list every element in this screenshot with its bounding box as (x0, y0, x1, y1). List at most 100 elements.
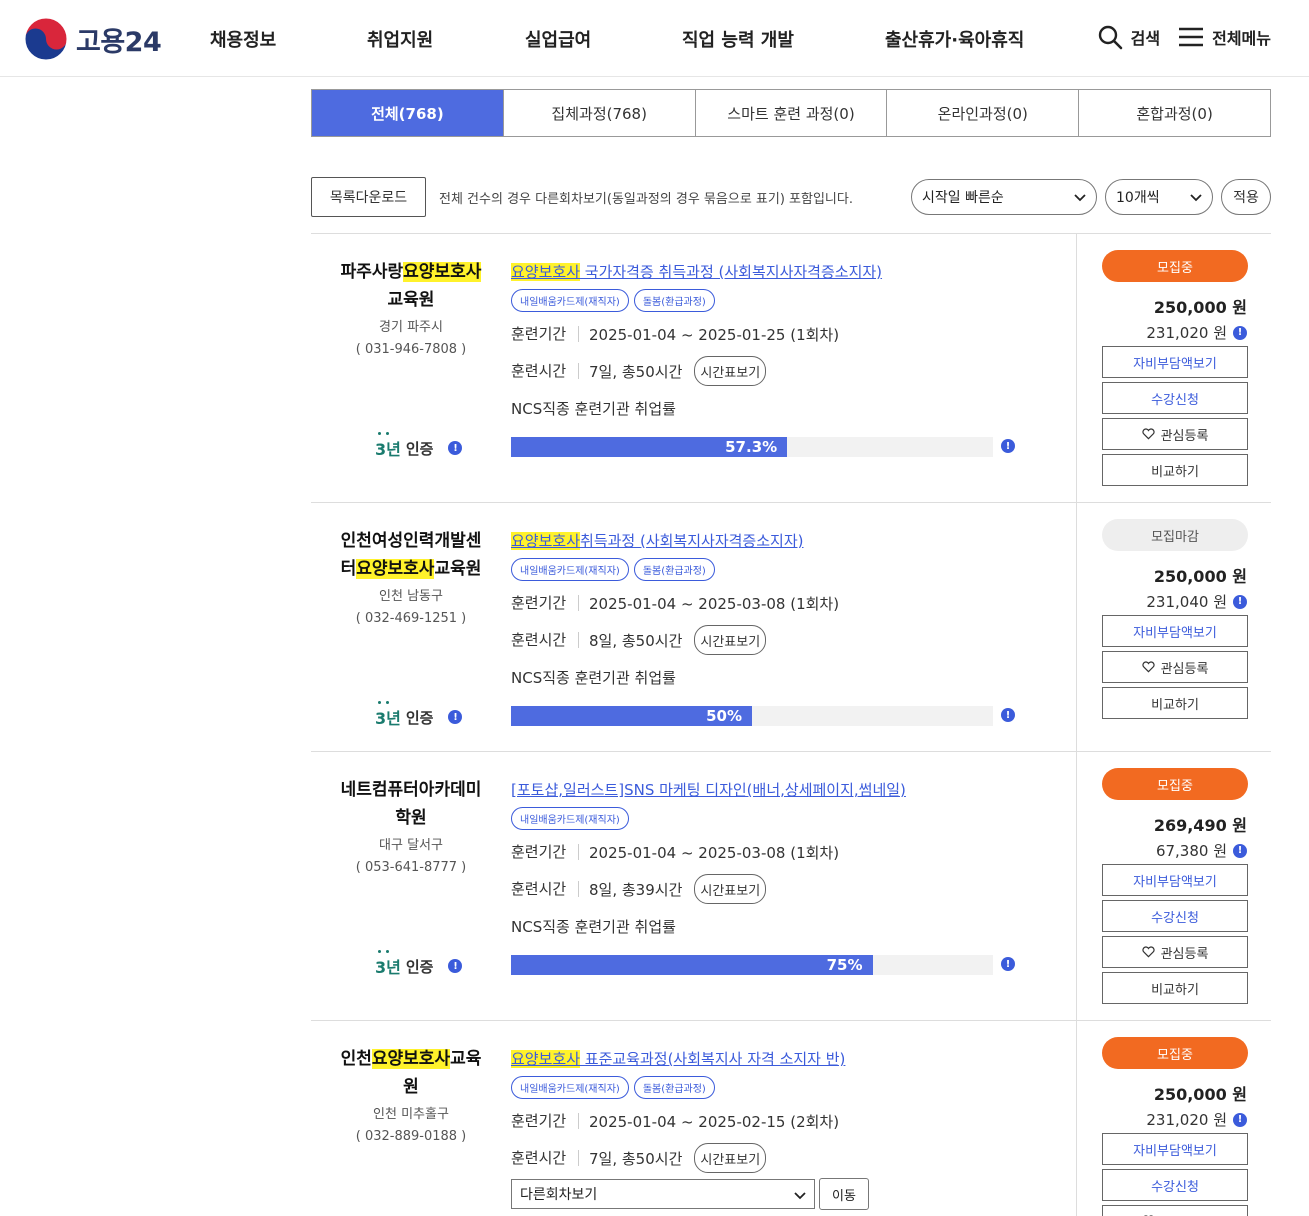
page-size-value: 10개씩 (1116, 190, 1160, 206)
institution-name[interactable]: 인천여성인력개발센터요양보호사교육원 (311, 527, 511, 583)
apply-button[interactable]: 적용 (1221, 179, 1271, 215)
other-rounds-select[interactable]: 다른회차보기 (511, 1179, 815, 1209)
search-button[interactable]: 검색 (1097, 24, 1160, 50)
institution-column: 네트컴퓨터아카데미학원 대구 달서구 ( 053-641-8777 ) (311, 752, 511, 875)
list-toolbar: 목록다운로드 전체 건수의 경우 다른회차보기(동일과정의 경우 묶음으로 표기… (311, 177, 1271, 217)
all-menu-label: 전체메뉴 (1212, 29, 1271, 48)
info-icon[interactable]: ! (1233, 843, 1247, 858)
page-size-select[interactable]: 10개씩 (1105, 179, 1213, 215)
nav-item-jobs[interactable]: 채용정보 (210, 26, 276, 52)
self-pay-button[interactable]: 자비부담액보기 (1102, 864, 1248, 896)
apply-course-button[interactable]: 수강신청 (1102, 900, 1248, 932)
employment-rate-bar: 75% (511, 955, 993, 975)
institution-phone: ( 032-889-0188 ) (355, 1129, 467, 1144)
course-price: 269,490 원 (1153, 816, 1247, 835)
compare-button[interactable]: 비교하기 (1102, 972, 1248, 1004)
nav-item-parental-leave[interactable]: 출산휴가·육아휴직 (885, 26, 1024, 52)
nav-item-skills-development[interactable]: 직업 능력 개발 (682, 26, 794, 52)
info-icon[interactable]: ! (448, 710, 463, 724)
favorite-label: 관심등록 (1160, 661, 1209, 677)
nav-item-employment-support[interactable]: 취업지원 (367, 26, 433, 52)
other-rounds-value: 다른회차보기 (520, 1187, 598, 1203)
timetable-button[interactable]: 시간표보기 (694, 625, 767, 655)
institution-phone: ( 053-641-8777 ) (355, 860, 467, 875)
period-label: 훈련기간 (511, 1113, 579, 1129)
favorite-button[interactable]: 관심등록 (1102, 1205, 1248, 1216)
certification-badge: 3년 인증 ! (375, 432, 463, 460)
training-period: 훈련기간 2025-01-04 ~ 2025-01-25 (1회차) (511, 319, 1076, 349)
tab-classroom[interactable]: 집체과정(768) (502, 90, 695, 136)
nav-item-unemployment-benefit[interactable]: 실업급여 (525, 26, 591, 52)
ncs-label: NCS직종 훈련기관 취업률 (511, 669, 676, 687)
period-label: 훈련기간 (511, 844, 579, 860)
recruit-status-badge: 모집중 (1102, 768, 1248, 800)
info-icon[interactable]: ! (1001, 708, 1015, 722)
employment-rate-bar: 50% (511, 706, 993, 726)
move-button[interactable]: 이동 (819, 1178, 869, 1210)
sort-select[interactable]: 시작일 빠른순 (911, 179, 1097, 215)
timetable-button[interactable]: 시간표보기 (694, 1143, 767, 1173)
institution-region: 인천 남동구 (379, 589, 443, 604)
course-title-link[interactable]: 요양보호사 표준교육과정(사회복지사 자격 소지자 반) (511, 1048, 845, 1069)
sort-select-value: 시작일 빠른순 (922, 190, 1004, 206)
tab-smart-training[interactable]: 스마트 훈련 과정(0) (694, 90, 887, 136)
all-menu-button[interactable]: 전체메뉴 (1178, 24, 1271, 50)
institution-name[interactable]: 파주사랑요양보호사교육원 (311, 258, 511, 314)
tab-online[interactable]: 온라인과정(0) (886, 90, 1078, 136)
badge-naeil-card: 내일배움카드제(재직자) (511, 1076, 629, 1099)
compare-button[interactable]: 비교하기 (1102, 454, 1248, 486)
institution-name[interactable]: 인천요양보호사교육원 (311, 1045, 511, 1101)
institution-phone: ( 032-469-1251 ) (355, 611, 467, 626)
cert-text: 인증 (405, 957, 434, 976)
download-list-button[interactable]: 목록다운로드 (311, 177, 426, 217)
favorite-label: 관심등록 (1160, 946, 1209, 962)
tab-all[interactable]: 전체(768) (312, 90, 503, 136)
institution-column: 인천요양보호사교육원 인천 미추홀구 ( 032-889-0188 ) (311, 1021, 511, 1144)
hours-value: 8일, 총50시간 (589, 631, 683, 650)
apply-course-button[interactable]: 수강신청 (1102, 382, 1248, 414)
favorite-button[interactable]: 관심등록 (1102, 936, 1248, 968)
compare-button[interactable]: 비교하기 (1102, 687, 1248, 719)
cert-text: 인증 (405, 708, 434, 727)
self-pay-button[interactable]: 자비부담액보기 (1102, 1133, 1248, 1165)
course-title-link[interactable]: [포토샵,일러스트]SNS 마케팅 디자인(배너,상세페이지,썸네일) (511, 779, 906, 800)
info-icon[interactable]: ! (1233, 594, 1247, 609)
course-side: 모집중 250,000 원 231,020 원! 자비부담액보기 수강신청 관심… (1076, 234, 1271, 502)
course-subsidy: 67,380 원! (1156, 840, 1247, 861)
training-hours: 훈련시간 8일, 총39시간 시간표보기 (511, 874, 1076, 904)
course-price: 250,000 원 (1153, 1085, 1247, 1104)
chevron-down-icon (1074, 194, 1086, 202)
site-logo[interactable]: 고용24 (24, 17, 162, 61)
tab-blended[interactable]: 혼합과정(0) (1078, 90, 1270, 136)
course-item: 인천여성인력개발센터요양보호사교육원 인천 남동구 ( 032-469-1251… (311, 503, 1271, 752)
period-label: 훈련기간 (511, 326, 579, 342)
info-icon[interactable]: ! (448, 959, 463, 973)
cert-year: 3년 (375, 701, 401, 729)
hours-label: 훈련시간 (511, 1150, 579, 1166)
badge-care: 돌봄(환급과정) (633, 289, 715, 312)
timetable-button[interactable]: 시간표보기 (694, 356, 767, 386)
course-badges: 내일배움카드제(재직자) 돌봄(환급과정) (511, 558, 1076, 581)
course-main: 요양보호사 표준교육과정(사회복지사 자격 소지자 반) 내일배움카드제(재직자… (511, 1021, 1076, 1210)
institution-name[interactable]: 네트컴퓨터아카데미학원 (311, 776, 511, 832)
hours-value: 7일, 총50시간 (589, 1149, 683, 1168)
favorite-button[interactable]: 관심등록 (1102, 651, 1248, 683)
search-icon (1098, 25, 1122, 50)
heart-icon (1141, 428, 1155, 440)
course-side: 모집중 250,000 원 231,020 원! 자비부담액보기 수강신청 관심… (1076, 1021, 1271, 1216)
count-note: 전체 건수의 경우 다른회차보기(동일과정의 경우 묶음으로 표기) 포함입니다… (439, 192, 853, 207)
course-title-link[interactable]: 요양보호사 국가자격증 취득과정 (사회복지사자격증소지자) (511, 261, 882, 282)
course-title-link[interactable]: 요양보호사취득과정 (사회복지사자격증소지자) (511, 530, 804, 551)
info-icon[interactable]: ! (1001, 439, 1015, 453)
timetable-button[interactable]: 시간표보기 (694, 874, 767, 904)
info-icon[interactable]: ! (1233, 1112, 1247, 1127)
info-icon[interactable]: ! (1001, 957, 1015, 971)
apply-course-button[interactable]: 수강신청 (1102, 1169, 1248, 1201)
self-pay-button[interactable]: 자비부담액보기 (1102, 615, 1248, 647)
recruit-status-badge: 모집마감 (1102, 519, 1248, 551)
ncs-label: NCS직종 훈련기관 취업률 (511, 400, 676, 418)
favorite-button[interactable]: 관심등록 (1102, 418, 1248, 450)
self-pay-button[interactable]: 자비부담액보기 (1102, 346, 1248, 378)
info-icon[interactable]: ! (448, 441, 463, 455)
info-icon[interactable]: ! (1233, 325, 1247, 340)
